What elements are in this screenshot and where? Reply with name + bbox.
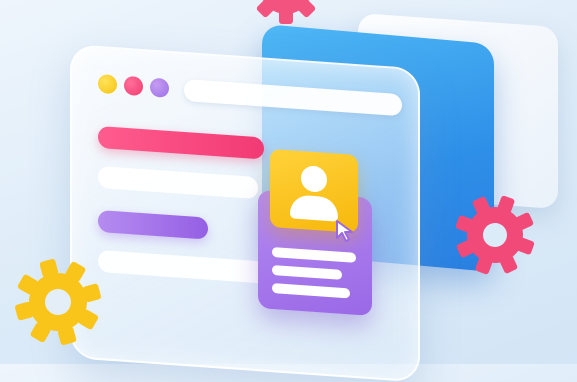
avatar-body: [290, 194, 338, 222]
content-bar-white: [98, 165, 258, 200]
content-bar-purple: [98, 209, 208, 240]
gear-icon: [256, 0, 316, 24]
card-text-line: [272, 264, 342, 280]
avatar-head: [301, 165, 327, 193]
window-dot-red: [124, 75, 143, 97]
gear-icon: [15, 259, 101, 345]
content-bar-pink: [98, 125, 264, 160]
window-dot-purple: [150, 77, 169, 98]
card-text-line: [272, 282, 350, 299]
card-text-line: [272, 246, 356, 263]
gear-icon: [455, 195, 535, 275]
mouse-pointer-icon: [336, 220, 353, 242]
address-bar: [184, 78, 402, 117]
window-dot-yellow: [98, 73, 117, 95]
content-bar-white: [98, 249, 268, 284]
